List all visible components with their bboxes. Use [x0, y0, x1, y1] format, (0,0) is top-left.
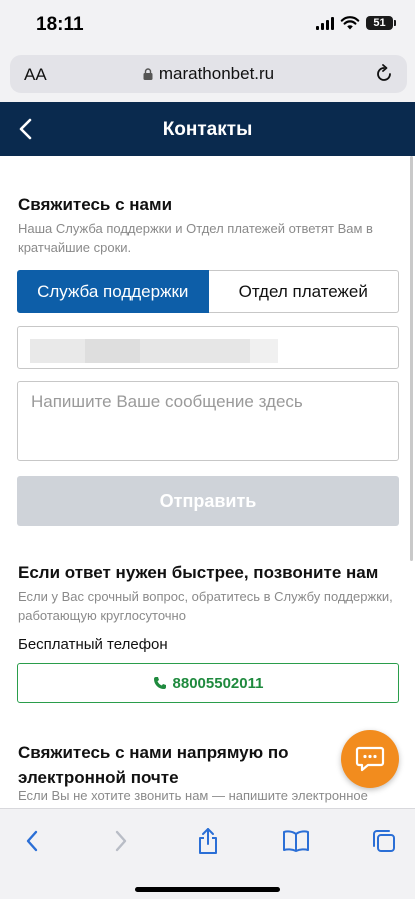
bookmarks-button[interactable] — [281, 827, 311, 855]
lock-icon — [143, 68, 153, 80]
status-bar: 18:11 51 — [0, 0, 415, 52]
browser-toolbar — [0, 808, 415, 899]
tab-payments[interactable]: Отдел платежей — [208, 270, 399, 313]
phone-section-subtitle: Если у Вас срочный вопрос, обратитесь в … — [18, 589, 393, 623]
url-text: marathonbet.ru — [158, 64, 275, 83]
contact-subtitle: Наша Служба поддержки и Отдел платежей о… — [18, 221, 373, 255]
chat-button[interactable] — [341, 730, 399, 788]
wifi-icon — [340, 16, 360, 30]
cellular-signal-icon — [316, 16, 334, 30]
browser-top-bar: AA marathonbet.ru — [0, 52, 415, 102]
phone-number: 88005502011 — [172, 674, 264, 692]
redacted-value — [30, 339, 278, 363]
scrollbar[interactable] — [410, 156, 413, 561]
department-tabs: Служба поддержки Отдел платежей — [17, 270, 399, 313]
email-field[interactable] — [17, 326, 399, 369]
phone-icon — [153, 677, 166, 689]
forward-button[interactable] — [106, 827, 136, 855]
phone-call-button[interactable]: 88005502011 — [17, 663, 399, 703]
battery-indicator: 51 — [366, 16, 396, 30]
share-icon — [199, 828, 217, 854]
share-button[interactable] — [193, 827, 223, 855]
phone-label: Бесплатный телефон — [18, 636, 168, 653]
tab-support[interactable]: Служба поддержки — [17, 270, 209, 313]
status-time: 18:11 — [36, 14, 84, 35]
url-display[interactable]: marathonbet.ru — [10, 64, 407, 84]
contact-title: Свяжитесь с нами — [18, 195, 173, 214]
home-indicator[interactable] — [135, 887, 280, 892]
tabs-icon — [373, 830, 395, 852]
reload-icon[interactable] — [373, 63, 395, 85]
page-title: Контакты — [162, 119, 253, 140]
message-textarea[interactable]: Напишите Ваше сообщение здесь — [17, 381, 399, 461]
email-section-subtitle: Если Вы не хотите звонить нам — напишите… — [18, 788, 368, 808]
phone-section-title: Если ответ нужен быстрее, позвоните нам — [18, 563, 379, 582]
forward-arrow-icon — [115, 830, 127, 852]
tabs-button[interactable] — [369, 827, 399, 855]
status-icons: 51 — [316, 16, 396, 30]
back-arrow-icon — [26, 830, 38, 852]
address-bar[interactable]: AA marathonbet.ru — [10, 55, 407, 93]
bookmarks-icon — [283, 830, 309, 852]
chat-icon — [355, 746, 385, 772]
contacts-content[interactable]: Свяжитесь с нами Наша Служба поддержки и… — [0, 156, 415, 808]
back-button[interactable] — [17, 827, 47, 855]
send-button[interactable]: Отправить — [17, 476, 399, 526]
email-section-title: Свяжитесь с нами напрямую по электронной… — [18, 743, 289, 787]
app-header: Контакты — [0, 102, 415, 156]
